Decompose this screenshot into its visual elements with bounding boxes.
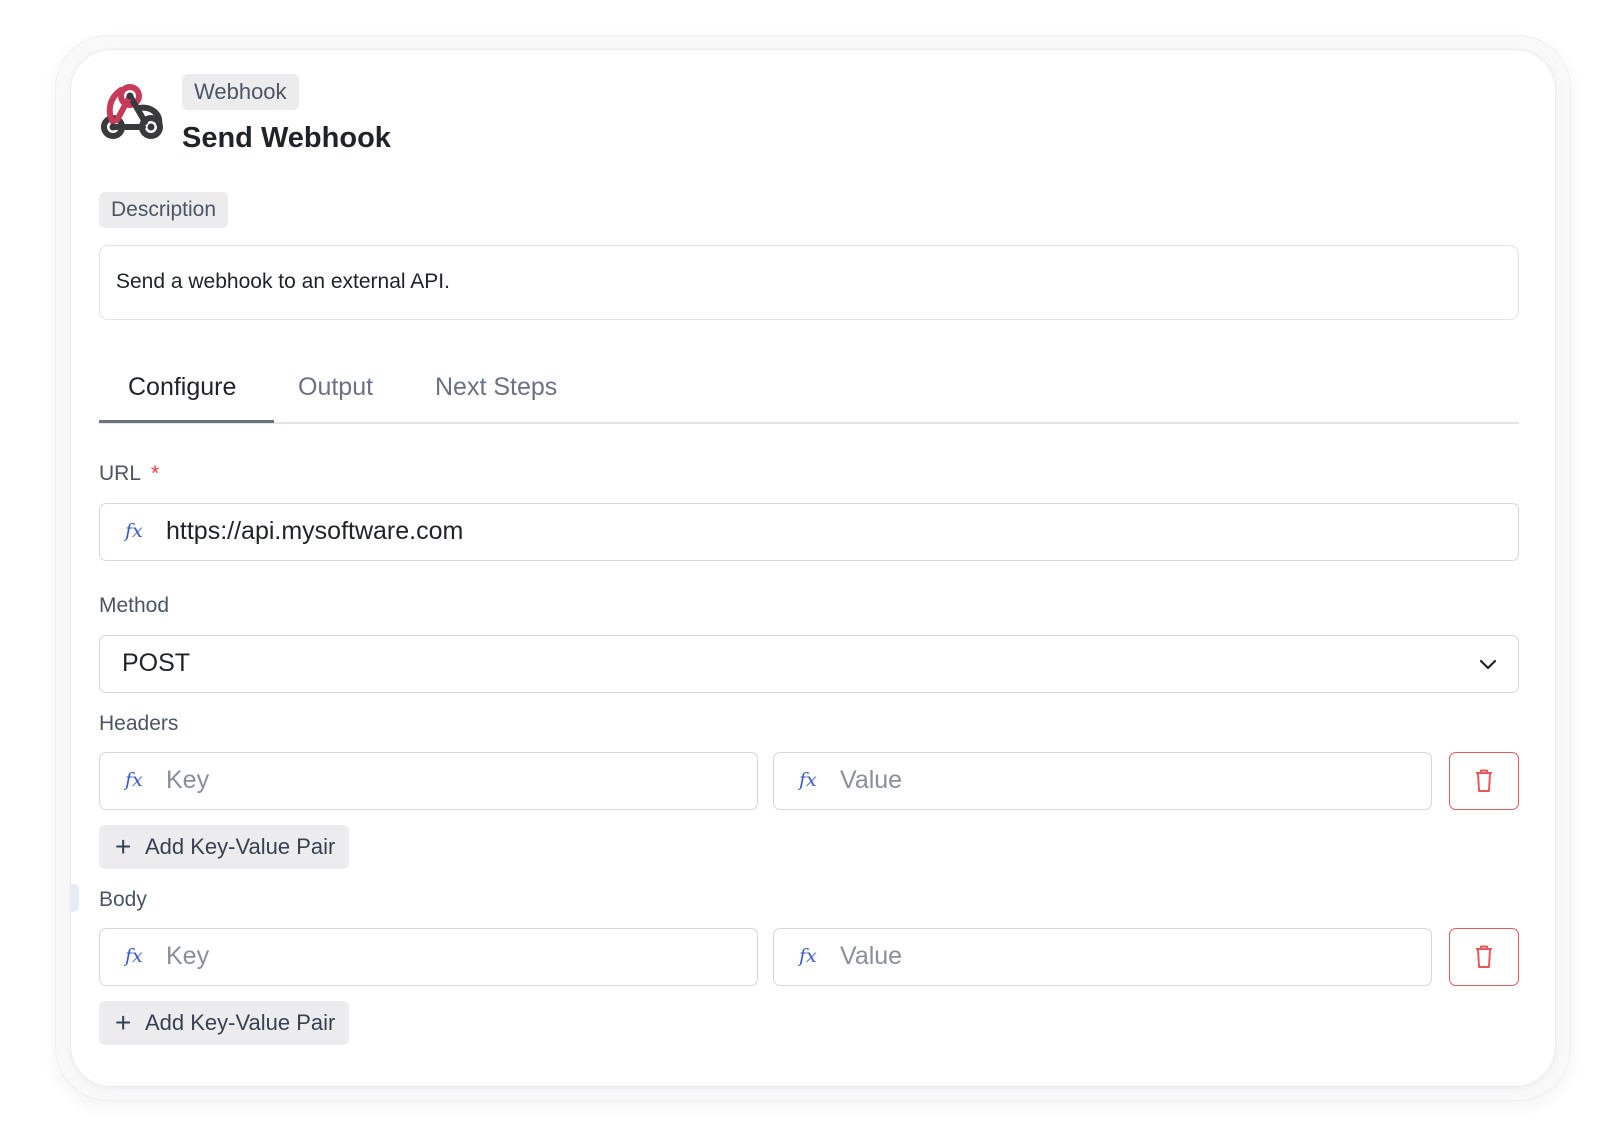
- webhook-icon: [101, 84, 163, 139]
- required-marker: *: [151, 462, 160, 485]
- delete-header-button[interactable]: [1449, 752, 1519, 810]
- add-header-pair-label: Add Key-Value Pair: [145, 834, 336, 859]
- trash-icon: [1476, 769, 1492, 792]
- connection-handle[interactable]: [71, 884, 79, 912]
- header-key-placeholder: Key: [166, 766, 210, 794]
- method-value: POST: [122, 649, 191, 677]
- method-select[interactable]: POST: [99, 635, 1519, 693]
- delete-body-button[interactable]: [1449, 928, 1519, 986]
- node-title: Send Webhook: [182, 122, 391, 154]
- tab-output[interactable]: Output: [298, 358, 373, 424]
- method-label: Method: [99, 594, 170, 617]
- body-value-input[interactable]: fx Value: [773, 928, 1432, 986]
- body-key-placeholder: Key: [166, 942, 210, 970]
- fx-icon[interactable]: fx: [799, 753, 817, 808]
- url-label-text: URL: [99, 462, 142, 485]
- add-body-pair-button[interactable]: + Add Key-Value Pair: [99, 1001, 350, 1045]
- header-key-input[interactable]: fx Key: [99, 752, 758, 810]
- active-tab-indicator: [99, 420, 274, 423]
- trash-icon: [1476, 945, 1492, 968]
- body-label: Body: [99, 888, 147, 911]
- url-value: https://api.mysoftware.com: [166, 517, 464, 545]
- tab-bar: Configure Output Next Steps: [99, 358, 1519, 424]
- fx-icon[interactable]: fx: [125, 504, 143, 559]
- fx-icon[interactable]: fx: [799, 929, 817, 984]
- tab-configure[interactable]: Configure: [128, 358, 236, 424]
- add-body-pair-label: Add Key-Value Pair: [145, 1010, 336, 1035]
- plus-icon: +: [115, 831, 132, 862]
- url-label: URL *: [99, 462, 159, 486]
- fx-icon[interactable]: fx: [125, 929, 143, 984]
- header-value-placeholder: Value: [840, 766, 903, 794]
- url-input[interactable]: fx https://api.mysoftware.com: [99, 503, 1519, 561]
- fx-icon[interactable]: fx: [125, 753, 143, 808]
- add-header-pair-button[interactable]: + Add Key-Value Pair: [99, 825, 350, 869]
- body-value-placeholder: Value: [840, 942, 903, 970]
- headers-label: Headers: [99, 712, 179, 735]
- header-value-input[interactable]: fx Value: [773, 752, 1432, 810]
- description-field[interactable]: Send a webhook to an external API.: [99, 245, 1519, 320]
- body-key-input[interactable]: fx Key: [99, 928, 758, 986]
- chevron-down-icon: [1479, 659, 1497, 670]
- plus-icon: +: [115, 1007, 132, 1038]
- tab-next-steps[interactable]: Next Steps: [435, 358, 557, 424]
- description-label: Description: [99, 192, 229, 228]
- node-type-badge: Webhook: [182, 74, 299, 110]
